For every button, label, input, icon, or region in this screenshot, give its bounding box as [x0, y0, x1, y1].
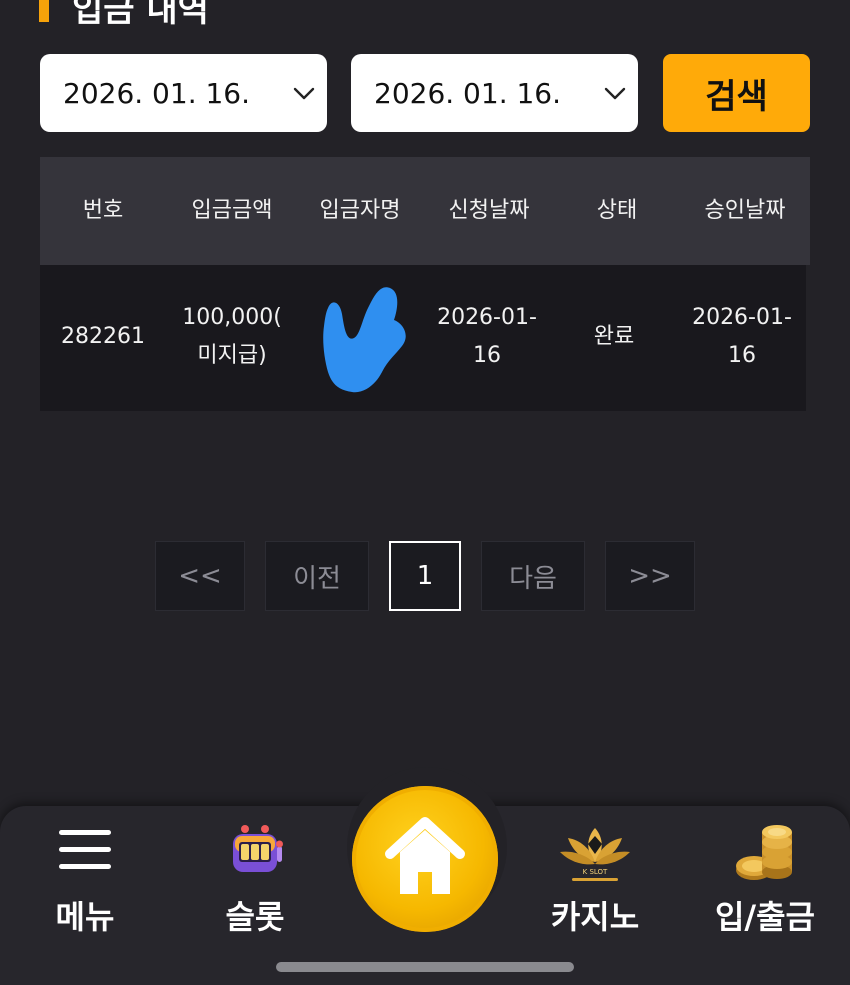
row-request-date-line1: 2026-01-	[437, 305, 537, 330]
slot-machine-icon	[233, 825, 283, 872]
casino-logo-text: K SLOT	[583, 868, 608, 876]
current-page-button[interactable]: 1	[389, 541, 461, 611]
home-icon	[385, 817, 465, 894]
column-header-amount: 입금금액	[191, 198, 273, 223]
row-approve-date-line2: 16	[727, 343, 756, 368]
row-number: 282261	[61, 324, 145, 349]
row-status: 완료	[593, 324, 635, 349]
row-approve-date-line1: 2026-01-	[692, 305, 792, 330]
end-date-value: 2026. 01. 16.	[374, 76, 562, 110]
nav-casino-label: 카지노	[550, 898, 640, 936]
column-header-approve-date: 승인날짜	[704, 198, 786, 223]
home-button[interactable]	[352, 786, 498, 932]
row-amount: 100,000( 미지급)	[182, 299, 282, 375]
next-page-button[interactable]: 다음	[481, 541, 585, 611]
chevron-down-icon	[604, 87, 626, 100]
page-title: 입금 내역	[72, 0, 209, 30]
column-header-number: 번호	[82, 198, 124, 223]
row-amount-line2: 미지급)	[197, 343, 267, 368]
first-page-button[interactable]: <<	[155, 541, 245, 611]
row-request-date-line2: 16	[472, 343, 501, 368]
column-header-status: 상태	[596, 198, 638, 223]
nav-deposit-withdraw[interactable]: 입/출금	[690, 822, 840, 942]
gold-coins-icon	[736, 825, 792, 880]
prev-page-button[interactable]: 이전	[265, 541, 369, 611]
column-header-depositor: 입금자명	[319, 198, 401, 223]
home-indicator	[276, 962, 574, 972]
title-accent-bar	[39, 0, 49, 22]
redacted-depositor-mark	[323, 287, 406, 393]
nav-slot-label: 슬롯	[225, 898, 285, 936]
nav-deposit-withdraw-label: 입/출금	[714, 898, 815, 936]
chevron-down-icon	[293, 87, 315, 100]
nav-slot[interactable]: 슬롯	[180, 822, 330, 942]
casino-lotus-logo-icon: K SLOT	[560, 828, 630, 881]
nav-menu-label: 메뉴	[55, 898, 115, 936]
start-date-select[interactable]: 2026. 01. 16.	[40, 54, 327, 132]
row-approve-date: 2026-01- 16	[692, 299, 792, 375]
nav-menu[interactable]: 메뉴	[10, 822, 160, 942]
hamburger-menu-icon	[59, 830, 111, 869]
nav-casino[interactable]: K SLOT 카지노	[520, 822, 670, 942]
row-amount-line1: 100,000(	[182, 305, 282, 330]
end-date-select[interactable]: 2026. 01. 16.	[351, 54, 638, 132]
column-header-request-date: 신청날짜	[448, 198, 530, 223]
start-date-value: 2026. 01. 16.	[63, 76, 251, 110]
table-header	[40, 157, 810, 265]
last-page-button[interactable]: >>	[605, 541, 695, 611]
search-button[interactable]: 검색	[663, 54, 810, 132]
row-request-date: 2026-01- 16	[437, 299, 537, 375]
